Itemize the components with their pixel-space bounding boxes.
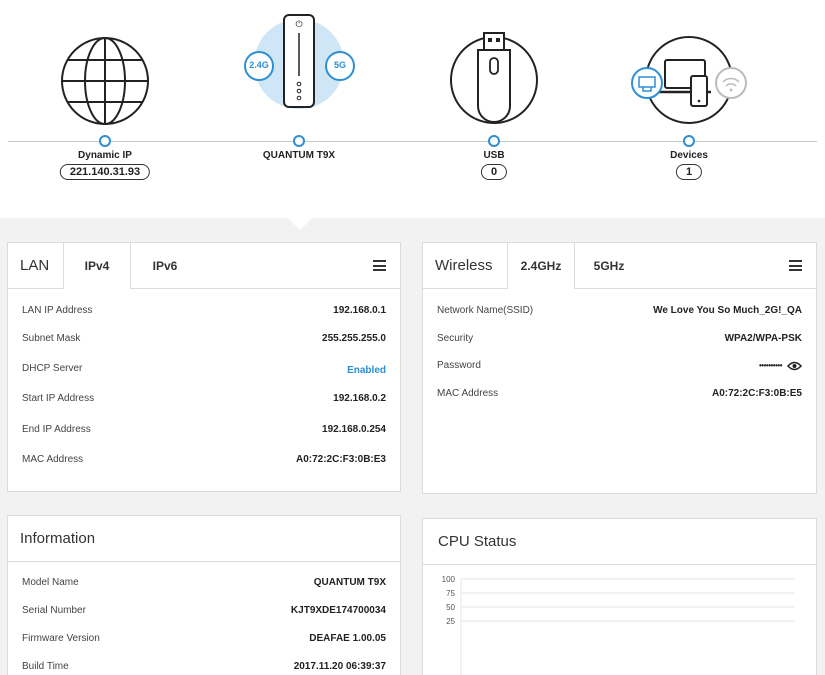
wireless-card-header: Wireless 2.4GHz 5GHz [423, 243, 816, 289]
dhcp-enabled-link[interactable]: Enabled [347, 365, 386, 376]
wireless-row-ssid: Network Name(SSID) We Love You So Much_2… [437, 305, 802, 316]
wireless-row-security: Security WPA2/WPA-PSK [437, 333, 802, 344]
lan-row-ip: LAN IP Address 192.168.0.1 [22, 305, 386, 316]
tab-ipv6[interactable]: IPv6 [131, 243, 199, 288]
wireless-row-mac: MAC Address A0:72:2C:F3:0B:E5 [437, 388, 802, 399]
svg-text:⏻: ⏻ [295, 19, 302, 30]
wireless-card-title: Wireless [435, 257, 493, 274]
lan-card: LAN IPv4 IPv6 LAN IP Address 192.168.0.1… [7, 242, 401, 492]
internet-node[interactable]: Dynamic IP 221.140.31.93 [25, 0, 185, 218]
info-row-build-time: Build Time 2017.11.20 06:39:37 [22, 661, 386, 672]
internet-dot [99, 135, 111, 147]
devices-count-badge: 1 [675, 164, 703, 180]
lan-menu-icon[interactable] [373, 260, 386, 271]
tab-5ghz[interactable]: 5GHz [575, 243, 643, 288]
cpu-status-card: CPU Status 100 75 50 25 [422, 518, 817, 675]
router-label: QUANTUM T9X [262, 150, 336, 161]
y-tick-label-50: 50 [446, 603, 455, 612]
router-dot [293, 135, 305, 147]
selection-pointer [288, 218, 312, 230]
router-icon: ⏻ [244, 14, 355, 109]
usb-drive-icon [450, 32, 538, 124]
band-5g-badge: 5G [333, 60, 346, 70]
wireless-menu-icon[interactable] [789, 260, 802, 271]
lan-row-end-ip: End IP Address 192.168.0.254 [22, 424, 386, 435]
cpu-chart: 100 75 50 25 [442, 575, 795, 675]
password-value: •••••••••• [758, 361, 783, 370]
information-card: Information Model Name QUANTUM T9X Seria… [7, 515, 401, 675]
info-row-model: Model Name QUANTUM T9X [22, 577, 386, 588]
eye-icon[interactable] [787, 361, 802, 371]
y-tick-label-75: 75 [446, 589, 455, 598]
router-node[interactable]: ⏻ 2.4G 5G QUANTUM T9X [219, 0, 379, 218]
lan-card-header: LAN IPv4 IPv6 [8, 243, 400, 289]
devices-icon [631, 36, 747, 124]
usb-label: USB [483, 150, 505, 161]
y-tick-label-25: 25 [446, 617, 455, 626]
network-topology: Dynamic IP 221.140.31.93 ⏻ 2.4G 5G QUANT… [0, 0, 825, 218]
internet-label: Dynamic IP [78, 150, 132, 161]
devices-label: Devices [670, 150, 708, 161]
info-row-serial: Serial Number KJT9XDE174700034 [22, 605, 386, 616]
lan-card-title: LAN [20, 257, 50, 274]
lan-row-mac: MAC Address A0:72:2C:F3:0B:E3 [22, 454, 386, 465]
cpu-card-title: CPU Status [438, 533, 517, 550]
information-card-title: Information [20, 530, 96, 547]
information-card-header: Information [8, 516, 400, 562]
usb-node[interactable]: USB 0 [414, 0, 574, 218]
lan-row-subnet: Subnet Mask 255.255.255.0 [22, 333, 386, 344]
wireless-card: Wireless 2.4GHz 5GHz Network Name(SSID) … [422, 242, 817, 494]
globe-icon [61, 37, 149, 125]
devices-dot [683, 135, 695, 147]
usb-dot [488, 135, 500, 147]
wan-ip-badge: 221.140.31.93 [59, 164, 151, 180]
lan-row-start-ip: Start IP Address 192.168.0.2 [22, 393, 386, 404]
usb-count-badge: 0 [480, 164, 508, 180]
devices-node[interactable]: Devices 1 [609, 0, 769, 218]
tab-ipv4[interactable]: IPv4 [63, 243, 131, 289]
band-24g-badge: 2.4G [249, 60, 269, 70]
cpu-card-header: CPU Status [423, 519, 816, 565]
wireless-row-password: Password •••••••••• [437, 360, 802, 371]
tab-2-4ghz[interactable]: 2.4GHz [507, 243, 575, 289]
info-row-firmware: Firmware Version DEAFAE 1.00.05 [22, 633, 386, 644]
lan-row-dhcp: DHCP Server Enabled [22, 363, 386, 376]
y-tick-label-100: 100 [442, 575, 456, 584]
